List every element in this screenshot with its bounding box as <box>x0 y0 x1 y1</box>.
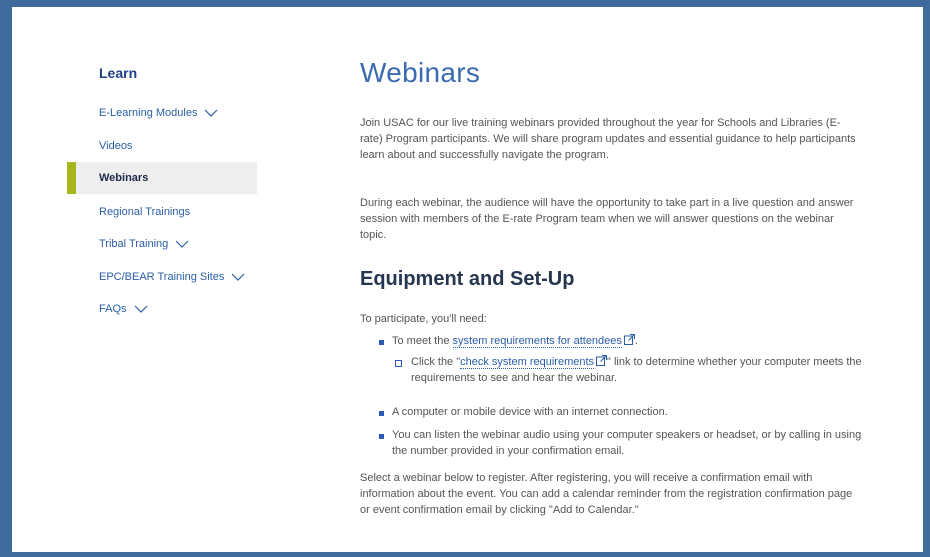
list-item: You can listen the webinar audio using y… <box>392 429 862 457</box>
sidebar-item-label: Regional Trainings <box>99 206 191 218</box>
page-frame: Learn E-Learning Modules Videos Webinars… <box>12 7 923 552</box>
register-paragraph: Select a webinar below to register. Afte… <box>360 472 853 516</box>
chevron-down-icon <box>175 240 189 248</box>
sidebar-item-webinars[interactable]: Webinars <box>67 162 257 194</box>
list-item-sub: Click the "check system requirements " li… <box>411 355 862 384</box>
system-requirements-link[interactable]: system requirements for attendees <box>452 335 622 348</box>
sidebar-item-label: FAQs <box>99 303 127 315</box>
sidebar-item-label: Videos <box>99 140 133 152</box>
list-bullet <box>379 434 384 439</box>
list-item: A computer or mobile device with an inte… <box>392 406 668 418</box>
chevron-down-icon <box>231 273 245 281</box>
sidebar-item-regional-trainings[interactable]: Regional Trainings <box>67 196 257 228</box>
chevron-down-icon <box>204 109 218 117</box>
list-bullet <box>379 411 384 416</box>
page-title: Webinars <box>360 57 481 88</box>
sidebar-item-epc-bear-training-sites[interactable]: EPC/BEAR Training Sites <box>67 261 257 293</box>
sidebar-item-label: EPC/BEAR Training Sites <box>99 271 225 283</box>
sidebar-item-e-learning-modules[interactable]: E-Learning Modules <box>67 97 257 129</box>
external-link-icon <box>623 334 635 345</box>
list-item: To meet the system requirements for atte… <box>392 334 638 348</box>
sidebar-item-faqs[interactable]: FAQs <box>67 293 257 325</box>
sidebar-item-label: E-Learning Modules <box>99 107 198 119</box>
sidebar-item-label: Webinars <box>99 172 149 184</box>
chevron-down-icon <box>134 305 148 313</box>
external-link-icon <box>596 355 608 366</box>
intro-paragraph: Join USAC for our live training webinars… <box>360 117 856 161</box>
sidebar-item-tribal-training[interactable]: Tribal Training <box>67 228 257 260</box>
list-bullet <box>379 340 384 345</box>
sidebar-heading: Learn <box>99 65 138 81</box>
check-system-requirements-link[interactable]: check system requirements <box>460 356 595 369</box>
sidebar-item-videos[interactable]: Videos <box>67 130 257 162</box>
list-bullet-hollow <box>395 360 402 367</box>
participate-text: To participate, you'll need: <box>360 313 487 325</box>
sidebar-item-label: Tribal Training <box>99 238 169 250</box>
intro-paragraph-2: During each webinar, the audience will h… <box>360 197 854 241</box>
section-heading-equipment: Equipment and Set-Up <box>360 268 575 290</box>
